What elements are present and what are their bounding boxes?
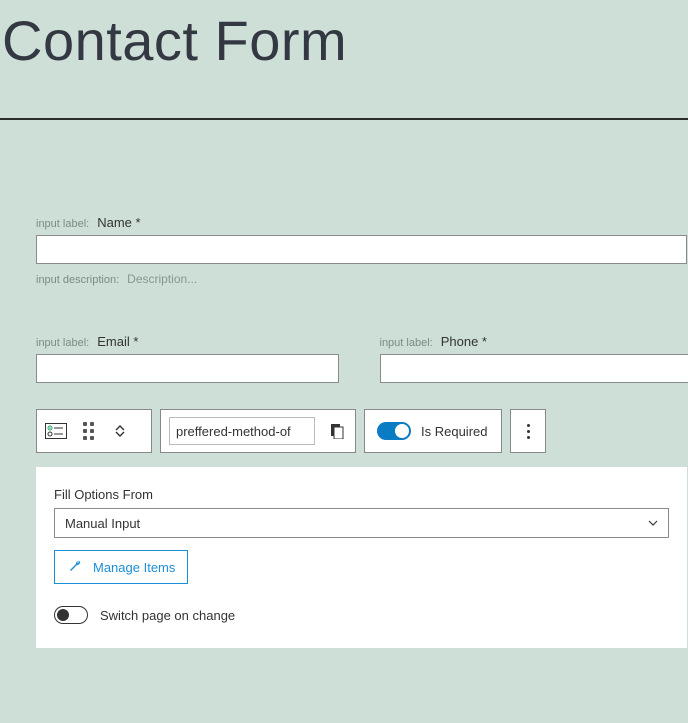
form-area: input label: Name * input description: D… — [0, 120, 688, 648]
widget-type-icon[interactable] — [45, 420, 67, 442]
meta-input-label: input label: — [36, 218, 89, 230]
page-title: Contact Form — [0, 0, 688, 118]
phone-label[interactable]: Phone * — [441, 334, 487, 349]
field-name: input label: Name * input description: D… — [36, 215, 687, 286]
chevron-down-icon — [648, 518, 658, 529]
options-panel: Fill Options From Manual Input Manage It… — [36, 467, 687, 648]
switch-page-label: Switch page on change — [100, 608, 235, 623]
drag-handle-icon[interactable] — [77, 420, 99, 442]
meta-input-description: input description: — [36, 274, 119, 286]
name-input[interactable] — [36, 235, 687, 264]
field-id-text: preffered-method-of — [176, 424, 291, 439]
phone-input[interactable] — [380, 354, 688, 383]
wrench-icon — [67, 558, 83, 577]
email-input[interactable] — [36, 354, 339, 383]
field-id-input[interactable]: preffered-method-of — [169, 417, 315, 445]
fill-options-title: Fill Options From — [54, 487, 669, 502]
widget-toolbar: preffered-method-of Is Required — [36, 409, 687, 453]
manage-items-label: Manage Items — [93, 560, 175, 575]
more-vertical-icon — [527, 424, 530, 439]
copy-icon[interactable] — [325, 420, 347, 442]
meta-input-label-phone: input label: — [380, 337, 433, 349]
field-phone: input label: Phone * — [380, 334, 688, 383]
chevron-down-icon — [115, 431, 125, 437]
fill-options-selected: Manual Input — [65, 516, 140, 531]
name-description-placeholder[interactable]: Description... — [127, 272, 197, 286]
meta-input-label-email: input label: — [36, 337, 89, 349]
manage-items-button[interactable]: Manage Items — [54, 550, 188, 584]
email-label[interactable]: Email * — [97, 334, 138, 349]
is-required-label: Is Required — [421, 424, 487, 439]
fill-options-select[interactable]: Manual Input — [54, 508, 669, 538]
more-options-button[interactable] — [510, 409, 546, 453]
field-email: input label: Email * — [36, 334, 344, 383]
name-label[interactable]: Name * — [97, 215, 140, 230]
reorder-arrows[interactable] — [109, 420, 131, 442]
switch-page-toggle[interactable] — [54, 606, 88, 624]
is-required-toggle[interactable] — [377, 422, 411, 440]
